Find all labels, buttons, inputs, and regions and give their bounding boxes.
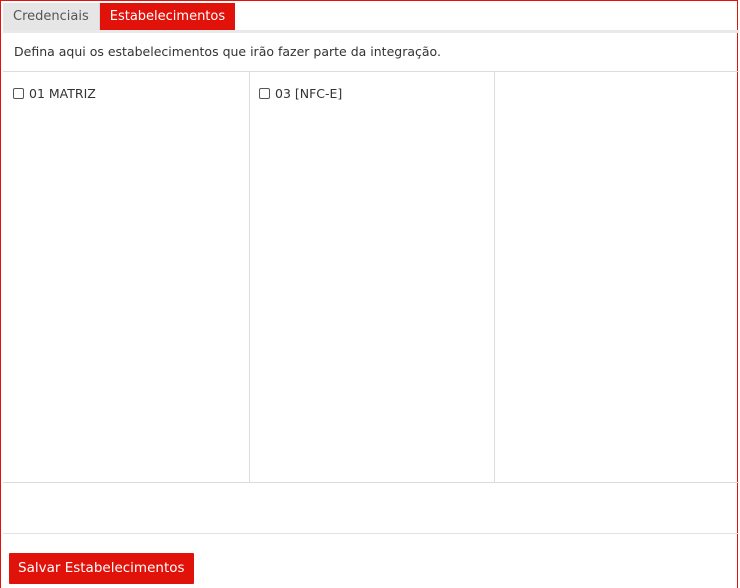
establishment-label: 01 MATRIZ — [29, 86, 96, 101]
establishment-checkbox-01-matriz[interactable] — [13, 88, 24, 99]
tab-bar: Credenciais Estabelecimentos — [3, 3, 236, 30]
tab-underline — [3, 30, 739, 33]
column-divider — [249, 72, 250, 482]
establishment-checkbox-03-nfce[interactable] — [259, 88, 270, 99]
divider-bottom — [3, 482, 739, 483]
description-text: Defina aqui os estabelecimentos que irão… — [14, 44, 441, 59]
tab-credenciais[interactable]: Credenciais — [3, 3, 100, 30]
establishment-label: 03 [NFC-E] — [275, 86, 343, 101]
save-establishments-button[interactable]: Salvar Estabelecimentos — [9, 553, 194, 584]
integration-panel: Credenciais Estabelecimentos Defina aqui… — [0, 0, 739, 588]
establishment-item-03-nfce[interactable]: 03 [NFC-E] — [259, 86, 342, 101]
establishments-grid: 01 MATRIZ 03 [NFC-E] — [3, 72, 739, 482]
establishment-item-01-matriz[interactable]: 01 MATRIZ — [13, 86, 96, 101]
divider-footer — [3, 533, 739, 534]
tab-estabelecimentos[interactable]: Estabelecimentos — [99, 3, 236, 30]
column-divider — [494, 72, 495, 482]
